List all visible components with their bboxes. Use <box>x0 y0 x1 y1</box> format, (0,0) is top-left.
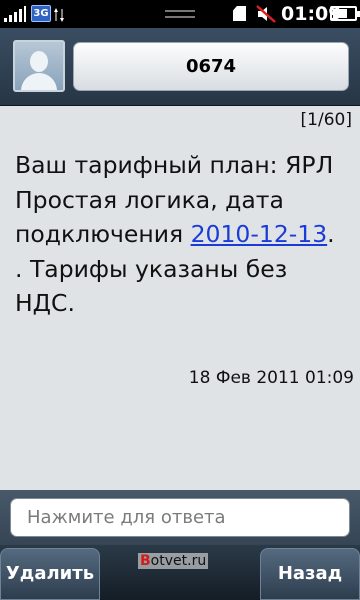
message-view: [1/60] Ваш тарифный план: ЯРЛ Простая ло… <box>0 106 360 490</box>
battery-icon <box>330 6 360 21</box>
signal-strength-icon <box>4 6 26 22</box>
sd-card-icon <box>233 6 246 21</box>
network-3g-icon: 3G <box>31 5 51 22</box>
delete-button[interactable]: Удалить <box>0 548 100 600</box>
reply-input[interactable]: Нажмите для ответа <box>10 498 350 537</box>
watermark-suffix: otvet.ru <box>150 553 207 569</box>
message-timestamp: 18 Фев 2011 01:09 <box>188 368 354 388</box>
status-bar: 3G 01:09 <box>0 0 360 28</box>
message-counter: [1/60] <box>300 110 352 130</box>
date-link[interactable]: 2010-12-13 <box>191 220 328 248</box>
mute-icon <box>256 5 276 23</box>
data-arrows-icon <box>54 8 64 22</box>
conversation-header: 0674 <box>0 28 360 106</box>
watermark-prefix: B <box>140 553 151 569</box>
message-body: Ваш тарифный план: ЯРЛ Простая логика, д… <box>15 148 345 321</box>
back-button[interactable]: Назад <box>260 548 360 600</box>
contact-number-button[interactable]: 0674 <box>73 42 349 91</box>
reply-bar: Нажмите для ответа <box>0 490 360 545</box>
notification-drag-handle[interactable] <box>165 10 195 18</box>
contact-avatar-icon[interactable] <box>13 40 65 92</box>
watermark: Botvet.ru <box>138 553 209 569</box>
